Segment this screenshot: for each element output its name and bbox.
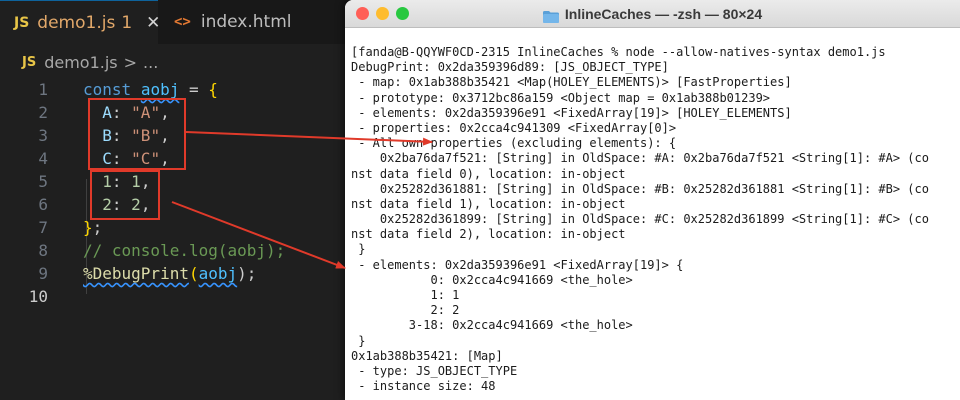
line-number: 8 [38, 241, 48, 260]
terminal-line: - map: 0x1ab388b35421 <Map(HOLEY_ELEMENT… [351, 75, 792, 90]
operator: = [179, 80, 209, 99]
terminal-line: 0x25282d361899: [String] in OldSpace: #C… [351, 212, 929, 227]
terminal-line: - instance size: 48 [351, 379, 496, 394]
tab-label: demo1.js [37, 12, 116, 33]
terminal-line: } [351, 333, 366, 348]
code-line: 6 2: 2, [0, 193, 350, 216]
terminal-line: nst data field 1), location: in-object [351, 196, 626, 211]
problems-badge: 1 [121, 12, 133, 33]
code-line: 9 %DebugPrint(aobj); [0, 262, 350, 285]
breadcrumb-more[interactable]: ... [143, 53, 158, 72]
tab-label: index.html [200, 12, 292, 32]
variable: aobj [140, 80, 180, 99]
terminal-title: InlineCaches — -zsh — 80×24 [564, 5, 763, 22]
semicolon: ; [92, 218, 103, 237]
breadcrumb-file[interactable]: demo1.js [44, 53, 117, 72]
html-file-icon: <> [174, 14, 191, 30]
terminal-titlebar[interactable]: InlineCaches — -zsh — 80×24 [345, 0, 960, 28]
terminal-line: nst data field 0), location: in-object [351, 166, 626, 181]
paren: ); [237, 264, 257, 283]
terminal-line: DebugPrint: 0x2da359396d89: [JS_OBJECT_T… [351, 60, 669, 75]
tab-demo1-js[interactable]: JS demo1.js 1 ✕ [0, 0, 160, 44]
line-number: 7 [38, 218, 48, 237]
paren: ( [188, 264, 199, 283]
terminal-line: - elements: 0x2da359396e91 <FixedArray[1… [351, 257, 684, 272]
terminal-window[interactable]: InlineCaches — -zsh — 80×24 [fanda@B-QQY… [345, 0, 960, 400]
comment: // console.log(aobj); [83, 241, 286, 260]
folder-icon [542, 8, 559, 23]
highlight-box-string-props [88, 98, 186, 170]
tab-index-html[interactable]: <> index.html [160, 0, 340, 44]
code-line: 10 [0, 285, 350, 308]
terminal-line: 2: 2 [351, 303, 460, 318]
line-number: 1 [38, 80, 48, 99]
terminal-line: 0x2ba76da7f521: [String] in OldSpace: #A… [351, 151, 929, 166]
code-line: 5 1: 1, [0, 170, 350, 193]
line-number: 4 [38, 149, 48, 168]
terminal-line: } [351, 242, 366, 257]
breadcrumb: JS demo1.js > ... [0, 48, 158, 76]
terminal-line: - All own properties (excluding elements… [351, 136, 677, 151]
code-line: 8 // console.log(aobj); [0, 239, 350, 262]
highlight-box-numeric-props [90, 170, 160, 220]
brace: { [208, 80, 218, 99]
javascript-file-icon: JS [14, 14, 30, 31]
terminal-line: - type: JS_OBJECT_TYPE [351, 363, 518, 378]
javascript-file-icon: JS [22, 54, 37, 70]
line-number: 6 [38, 195, 48, 214]
keyword: const [83, 80, 132, 99]
brace: } [83, 218, 93, 237]
terminal-line: [fanda@B-QQYWF0CD-2315 InlineCaches % no… [351, 45, 886, 59]
breadcrumb-separator: > [123, 52, 138, 72]
terminal-line: - elements: 0x2da359396e91 <FixedArray[1… [351, 105, 792, 120]
terminal-line: 0x25282d361881: [String] in OldSpace: #B… [351, 181, 929, 196]
terminal-line: nst data field 2), location: in-object [351, 227, 626, 242]
line-number: 3 [38, 126, 48, 145]
line-number: 9 [38, 264, 48, 283]
close-icon[interactable]: ✕ [146, 13, 160, 33]
terminal-output[interactable]: [fanda@B-QQYWF0CD-2315 InlineCaches % no… [351, 45, 960, 394]
variable: aobj [198, 264, 238, 283]
terminal-line: 1: 1 [351, 288, 460, 302]
terminal-line: 0: 0x2cca4c941669 <the_hole> [351, 272, 633, 287]
function-call: %DebugPrint [83, 264, 189, 283]
terminal-line: - properties: 0x2cca4c941309 <FixedArray… [351, 120, 677, 135]
terminal-line: - prototype: 0x3712bc86a159 <Object map … [351, 90, 771, 105]
code-line: 7 }; [0, 216, 350, 239]
terminal-line: 3-18: 0x2cca4c941669 <the_hole> [351, 318, 633, 333]
line-number: 5 [38, 172, 48, 191]
line-number: 10 [28, 287, 48, 306]
line-number: 2 [38, 103, 48, 122]
terminal-line: 0x1ab388b35421: [Map] [351, 348, 503, 363]
